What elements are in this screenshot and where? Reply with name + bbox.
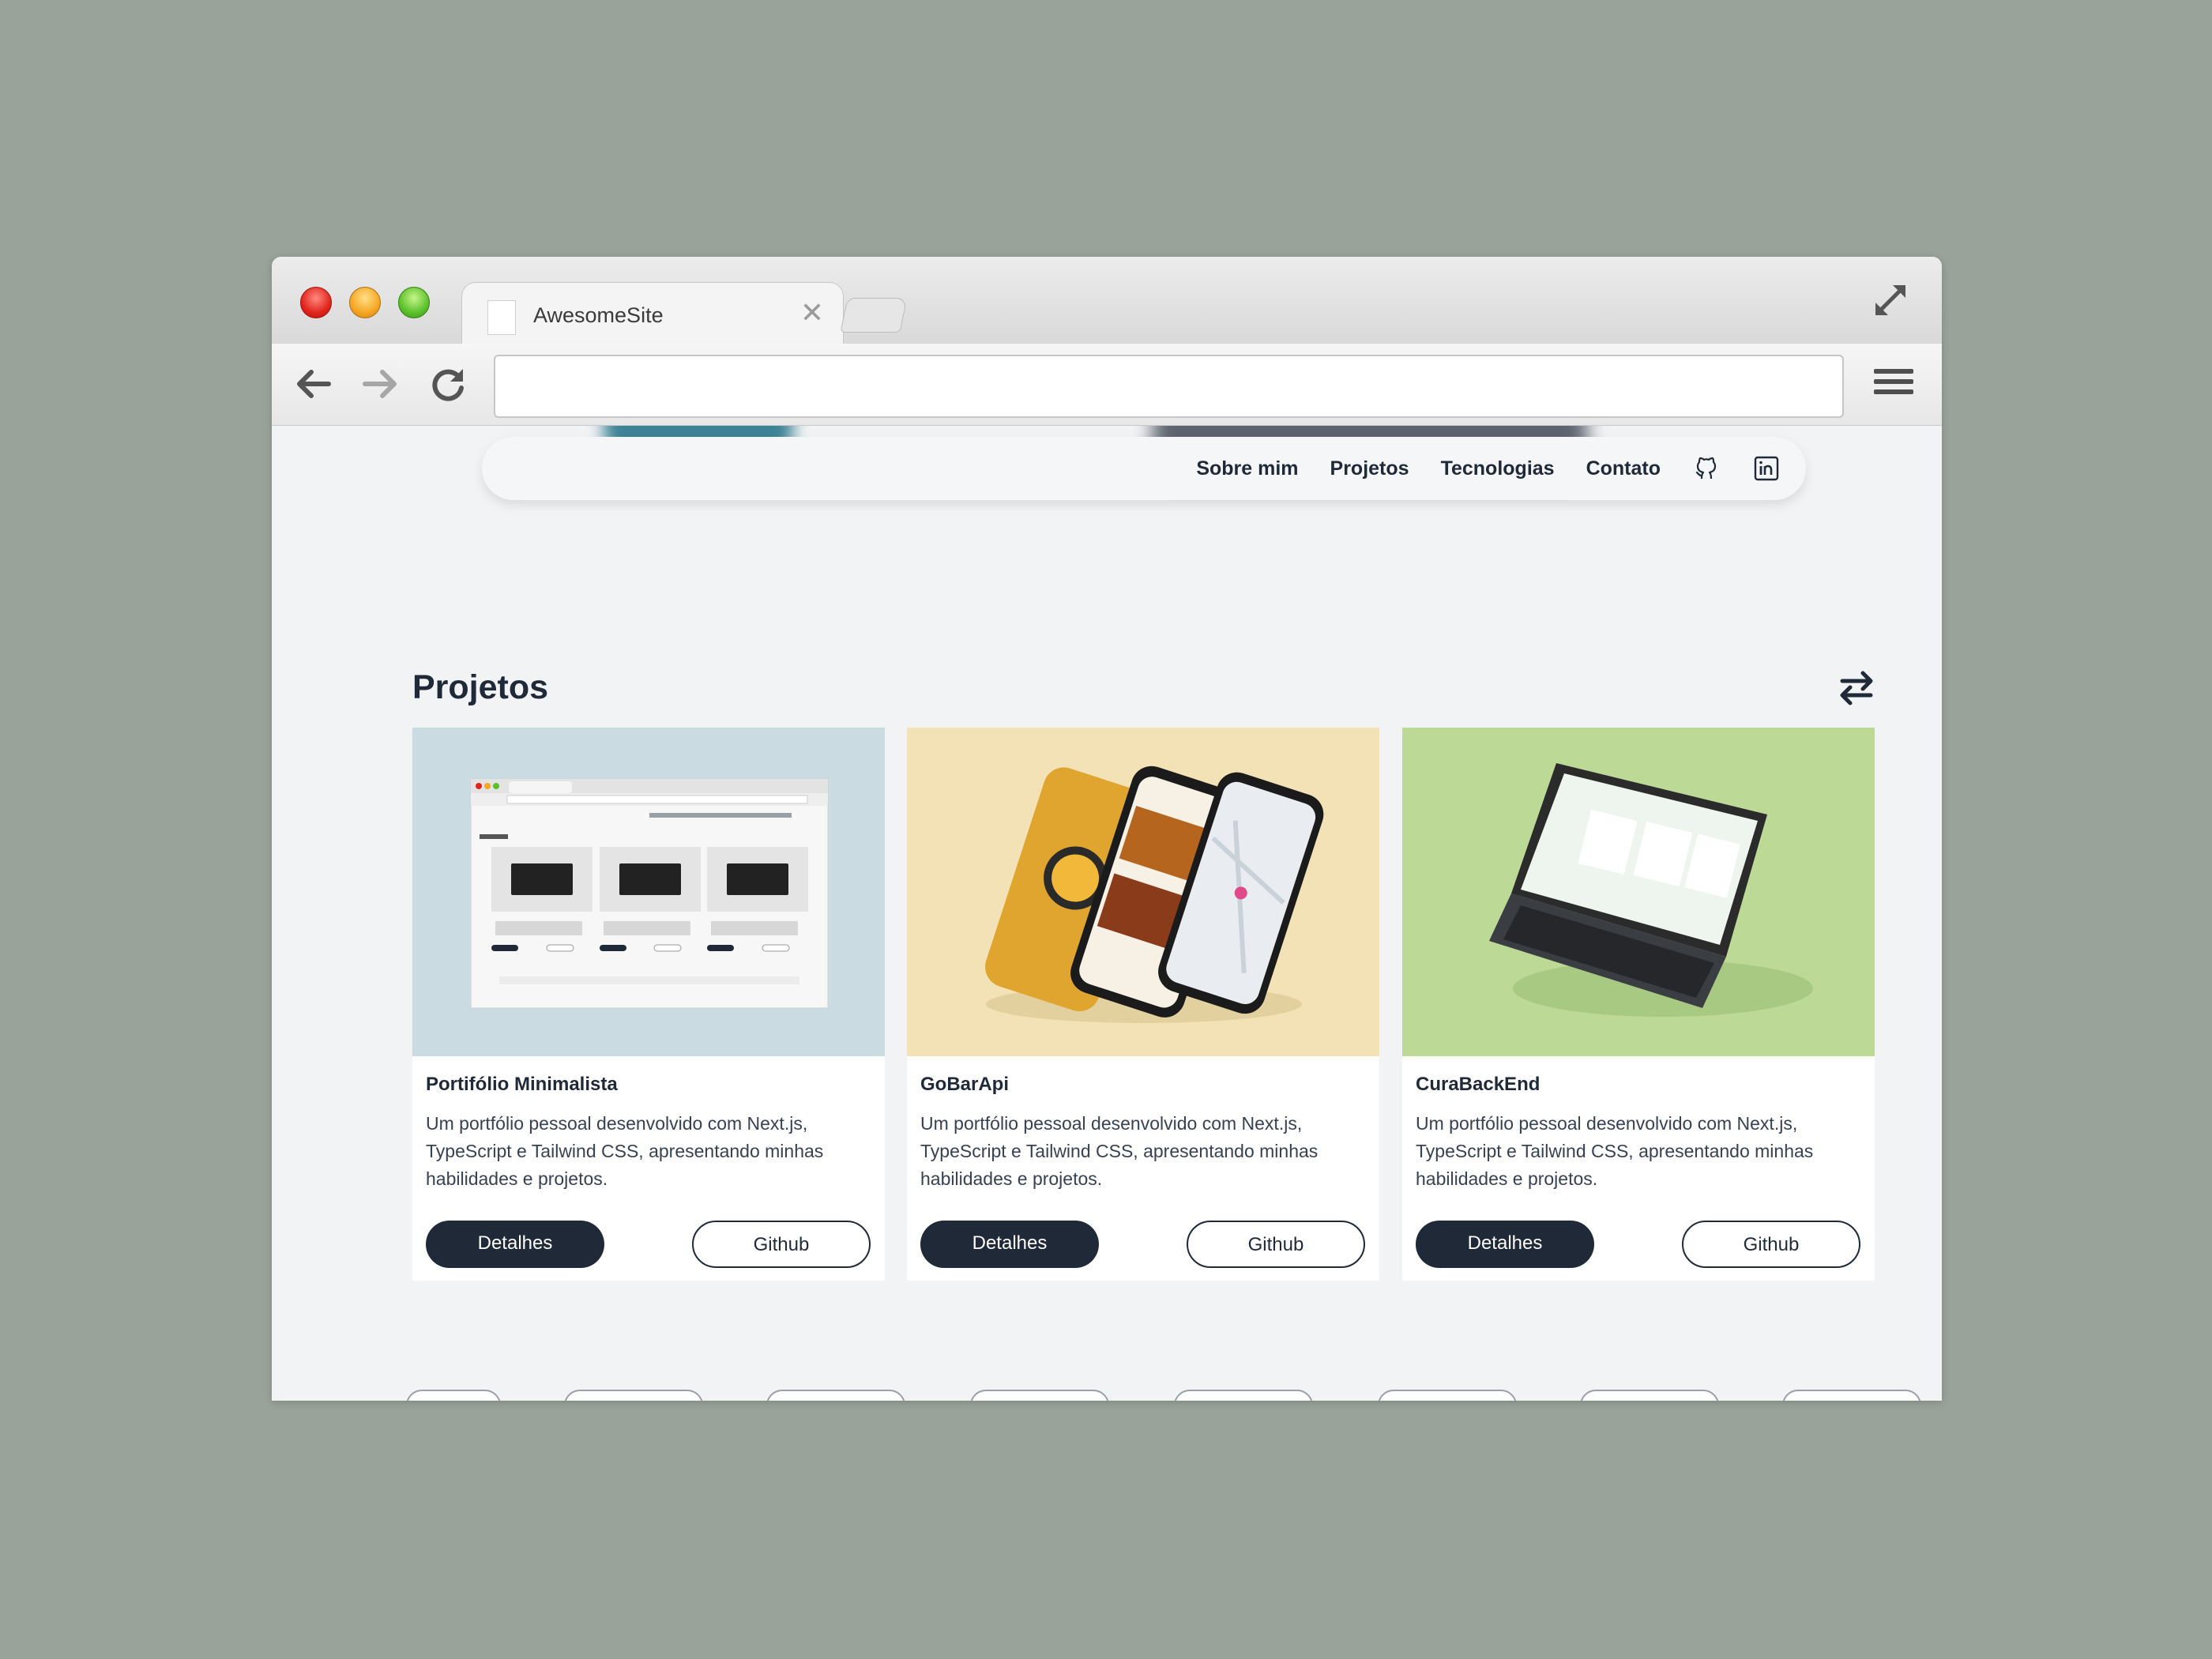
forward-arrow-icon[interactable]: [360, 364, 400, 404]
project-name: Portifólio Minimalista: [426, 1074, 618, 1095]
new-tab-button[interactable]: [840, 298, 908, 333]
page-favicon-icon: [487, 300, 516, 335]
tech-pill[interactable]: [1782, 1390, 1921, 1401]
project-description: Um portfólio pessoal desenvolvido com Ne…: [1416, 1113, 1814, 1189]
nav-link-projetos[interactable]: Projetos: [1330, 457, 1409, 480]
project-image: [907, 728, 1379, 1056]
tech-pill[interactable]: [406, 1390, 501, 1401]
details-button[interactable]: Detalhes: [1416, 1221, 1594, 1268]
tech-pill[interactable]: [970, 1390, 1109, 1401]
browser-toolbar: [272, 344, 1942, 426]
github-icon[interactable]: [1692, 454, 1721, 483]
tech-pill[interactable]: [1174, 1390, 1313, 1401]
github-button[interactable]: Github: [692, 1221, 871, 1268]
page-viewport: Sobre mim Projetos Tecnologias Contato P…: [272, 426, 1942, 1401]
tech-pill[interactable]: [766, 1390, 905, 1401]
browser-menu-icon[interactable]: [1874, 369, 1913, 401]
project-card: CuraBackEnd Um portfólio pessoal desenvo…: [1402, 728, 1875, 1281]
site-navbar: Sobre mim Projetos Tecnologias Contato: [482, 437, 1806, 500]
nav-links: Sobre mim Projetos Tecnologias Contato: [1196, 437, 1781, 500]
project-image: [1402, 728, 1875, 1056]
browser-titlebar: AwesomeSite ✕: [272, 257, 1942, 345]
tech-pill[interactable]: [564, 1390, 703, 1401]
github-button[interactable]: Github: [1682, 1221, 1860, 1268]
project-name: CuraBackEnd: [1416, 1074, 1540, 1095]
details-button[interactable]: Detalhes: [426, 1221, 604, 1268]
minimize-window-button[interactable]: [349, 287, 381, 318]
project-image: [412, 728, 885, 1056]
tech-pill[interactable]: [1580, 1390, 1719, 1401]
maximize-window-button[interactable]: [398, 287, 430, 318]
back-arrow-icon[interactable]: [294, 364, 333, 404]
github-button[interactable]: Github: [1187, 1221, 1365, 1268]
section-title: Projetos: [412, 668, 549, 706]
tab-title: AwesomeSite: [533, 303, 664, 327]
tech-pill[interactable]: [1378, 1390, 1517, 1401]
details-button[interactable]: Detalhes: [920, 1221, 1099, 1268]
nav-link-sobre-mim[interactable]: Sobre mim: [1196, 457, 1298, 480]
linkedin-icon[interactable]: [1752, 454, 1781, 483]
nav-link-contato[interactable]: Contato: [1586, 457, 1661, 480]
project-description: Um portfólio pessoal desenvolvido com Ne…: [426, 1113, 824, 1189]
project-card: Portifólio Minimalista Um portfólio pess…: [412, 728, 885, 1281]
reload-icon[interactable]: [428, 364, 468, 404]
project-card: GoBarApi Um portfólio pessoal desenvolvi…: [907, 728, 1379, 1281]
browser-tab[interactable]: AwesomeSite ✕: [461, 282, 844, 345]
close-window-button[interactable]: [300, 287, 332, 318]
fullscreen-icon[interactable]: [1871, 280, 1910, 320]
nav-link-tecnologias[interactable]: Tecnologias: [1441, 457, 1555, 480]
project-name: GoBarApi: [920, 1074, 1010, 1095]
browser-window: AwesomeSite ✕ Sobre mim Projetos Tecnolo…: [272, 257, 1942, 1401]
tab-close-icon[interactable]: ✕: [800, 299, 824, 327]
address-bar[interactable]: [494, 355, 1844, 418]
project-description: Um portfólio pessoal desenvolvido com Ne…: [920, 1113, 1319, 1189]
swap-arrows-icon[interactable]: [1836, 668, 1877, 709]
